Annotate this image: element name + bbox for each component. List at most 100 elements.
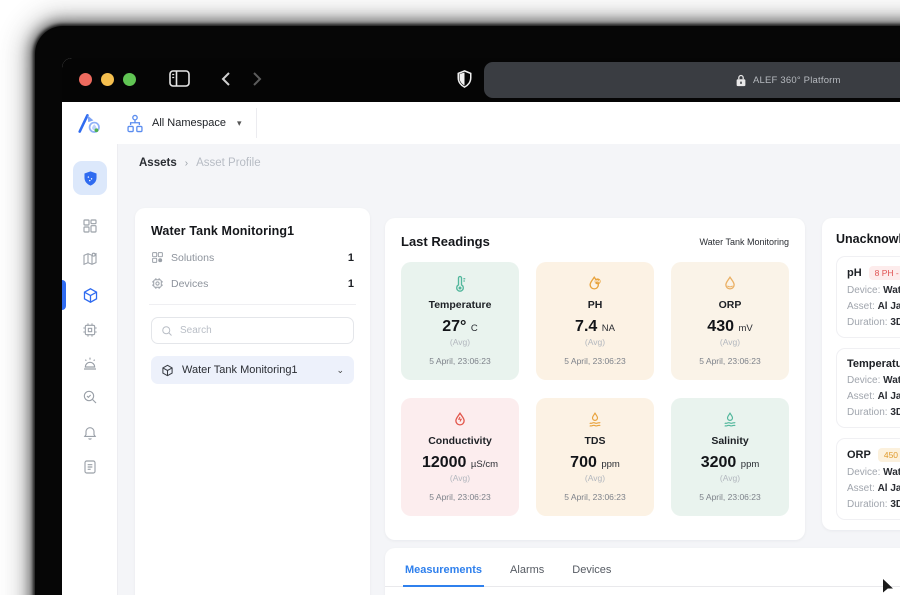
- reading-name: PH: [587, 299, 603, 311]
- asset-summary-panel: Water Tank Monitoring1 Solutions 1 Devic…: [135, 208, 370, 595]
- close-window-button[interactable]: [79, 73, 92, 86]
- lock-icon: [736, 74, 746, 86]
- alarm-card-temperature[interactable]: Temperatur Device: Wate Asset: Al Jali D…: [836, 348, 900, 428]
- browser-window: ALEF 360° Platform All Namespace ▾ Asset…: [62, 58, 900, 595]
- alarm-card-ph[interactable]: pH 8 PH - V Device: Wate Asset: Al Jali …: [836, 256, 900, 338]
- avg-label: (Avg): [719, 473, 741, 483]
- mouse-cursor: [882, 578, 895, 593]
- tab-alarms[interactable]: Alarms: [508, 558, 546, 586]
- reading-value: 27° C: [442, 318, 478, 335]
- minimize-window-button[interactable]: [101, 73, 114, 86]
- rail-item-devices[interactable]: [73, 313, 107, 347]
- reading-card-conductivity[interactable]: Conductivity 12000 µS/cm (Avg) 5 April, …: [401, 398, 519, 516]
- alarm-duration-line: Duration: 3D: [847, 407, 900, 418]
- reading-timestamp: 5 April, 23:06:23: [564, 492, 626, 502]
- alarm-duration-line: Duration: 3D: [847, 499, 900, 510]
- cube-icon: [162, 364, 173, 376]
- rail-item-audit[interactable]: [73, 380, 107, 414]
- solutions-stat-row: Solutions 1: [151, 251, 354, 264]
- rail-item-assets[interactable]: [73, 278, 107, 312]
- reading-value: 7.4 NA: [575, 318, 615, 335]
- rail-item-security[interactable]: [73, 161, 107, 195]
- browser-titlebar: ALEF 360° Platform: [62, 58, 900, 102]
- app-logo[interactable]: [62, 111, 118, 135]
- tabs-row: Measurements Alarms Devices: [385, 558, 900, 587]
- reading-card-ph[interactable]: PH PH 7.4 NA (Avg) 5 April, 23:06:23: [536, 262, 654, 380]
- search-icon: [162, 325, 172, 336]
- devices-label: Devices: [171, 277, 209, 290]
- avg-label: (Avg): [449, 337, 471, 347]
- rail-item-dashboard[interactable]: [73, 209, 107, 243]
- dashboard-grid-icon: [83, 219, 97, 233]
- namespace-hierarchy-icon: [127, 114, 143, 132]
- reading-timestamp: 5 April, 23:06:23: [699, 356, 761, 366]
- alarm-name: Temperatur: [847, 358, 900, 370]
- avg-label: (Avg): [449, 473, 471, 483]
- conductivity-droplet-icon: [455, 412, 465, 426]
- avg-label: (Avg): [584, 473, 606, 483]
- chevron-down-icon: ⌄: [336, 364, 344, 375]
- reading-name: Conductivity: [428, 435, 492, 447]
- rail-item-logs[interactable]: [73, 450, 107, 484]
- screenshot-stage: ALEF 360° Platform All Namespace ▾ Asset…: [0, 0, 900, 595]
- last-readings-asset-name: Water Tank Monitoring: [699, 236, 789, 247]
- rail-item-alarms[interactable]: [73, 346, 107, 380]
- tab-devices[interactable]: Devices: [570, 558, 613, 586]
- alarm-duration-line: Duration: 3D: [847, 317, 900, 328]
- search-check-icon: [83, 390, 97, 404]
- rail-item-notifications[interactable]: [73, 416, 107, 450]
- traffic-lights: [79, 73, 136, 86]
- reading-name: ORP: [718, 299, 742, 311]
- reading-card-tds[interactable]: TDS 700 ppm (Avg) 5 April, 23:06:23: [536, 398, 654, 516]
- chevron-right-icon: ›: [184, 157, 189, 169]
- svg-text:PH: PH: [595, 280, 600, 284]
- avg-label: (Avg): [719, 337, 741, 347]
- solutions-label: Solutions: [171, 251, 215, 264]
- reading-timestamp: 5 April, 23:06:23: [429, 356, 491, 366]
- reading-name: Temperature: [428, 299, 492, 311]
- breadcrumb-asset-profile: Asset Profile: [196, 157, 261, 169]
- avg-label: (Avg): [584, 337, 606, 347]
- page-content: Assets › Asset Profile Water Tank Monito…: [118, 144, 900, 595]
- reading-card-temperature[interactable]: Temperature 27° C (Avg) 5 April, 23:06:2…: [401, 262, 519, 380]
- cube-icon: [83, 287, 97, 303]
- chevron-down-icon: ▾: [236, 117, 242, 128]
- breadcrumb: Assets › Asset Profile: [139, 157, 261, 169]
- reading-name: TDS: [584, 435, 606, 447]
- reading-value: 700 ppm: [570, 454, 620, 471]
- rail-item-map[interactable]: [73, 242, 107, 276]
- nav-rail: [62, 144, 118, 595]
- privacy-shield-icon[interactable]: [457, 70, 472, 88]
- reading-name: Salinity: [711, 435, 749, 447]
- breadcrumb-assets[interactable]: Assets: [139, 157, 177, 169]
- search-input[interactable]: [180, 325, 344, 336]
- namespace-selector[interactable]: All Namespace ▾: [118, 108, 257, 138]
- salinity-waves-icon: [724, 412, 736, 427]
- asset-tree-item[interactable]: Water Tank Monitoring1 ⌄: [151, 356, 354, 384]
- alarm-name: ORP: [847, 449, 871, 461]
- reading-card-salinity[interactable]: Salinity 3200 ppm (Avg) 5 April, 23:06:2…: [671, 398, 789, 516]
- last-readings-panel: Last Readings Water Tank Monitoring Temp…: [385, 218, 805, 540]
- zoom-window-button[interactable]: [123, 73, 136, 86]
- reading-value: 12000 µS/cm: [421, 454, 499, 471]
- alarm-name: pH: [847, 267, 862, 279]
- back-button[interactable]: [220, 71, 231, 87]
- divider: [149, 304, 356, 305]
- asset-search[interactable]: [151, 317, 354, 344]
- reading-value: 3200 ppm: [700, 454, 760, 471]
- last-readings-title: Last Readings: [401, 234, 490, 249]
- namespace-label: All Namespace: [152, 117, 226, 129]
- reading-card-orp[interactable]: ORP 430 mV (Avg) 5 April, 23:06:23: [671, 262, 789, 380]
- forward-button[interactable]: [252, 71, 263, 87]
- active-route-indicator: [62, 280, 66, 310]
- document-icon: [84, 460, 96, 474]
- tab-measurements[interactable]: Measurements: [403, 558, 485, 587]
- address-bar[interactable]: ALEF 360° Platform: [484, 62, 900, 98]
- sidebar-toggle-icon[interactable]: [169, 70, 190, 87]
- detail-tabs-panel: Measurements Alarms Devices: [385, 548, 900, 595]
- alarm-card-orp[interactable]: ORP 450 mV Device: Wate Asset: Al Jali D…: [836, 438, 900, 520]
- solutions-grid-icon: [152, 252, 163, 263]
- alarms-panel-title: Unacknowle: [836, 232, 900, 246]
- alarm-badge: 8 PH - V: [868, 266, 900, 280]
- asset-tree-item-label: Water Tank Monitoring1: [182, 364, 298, 376]
